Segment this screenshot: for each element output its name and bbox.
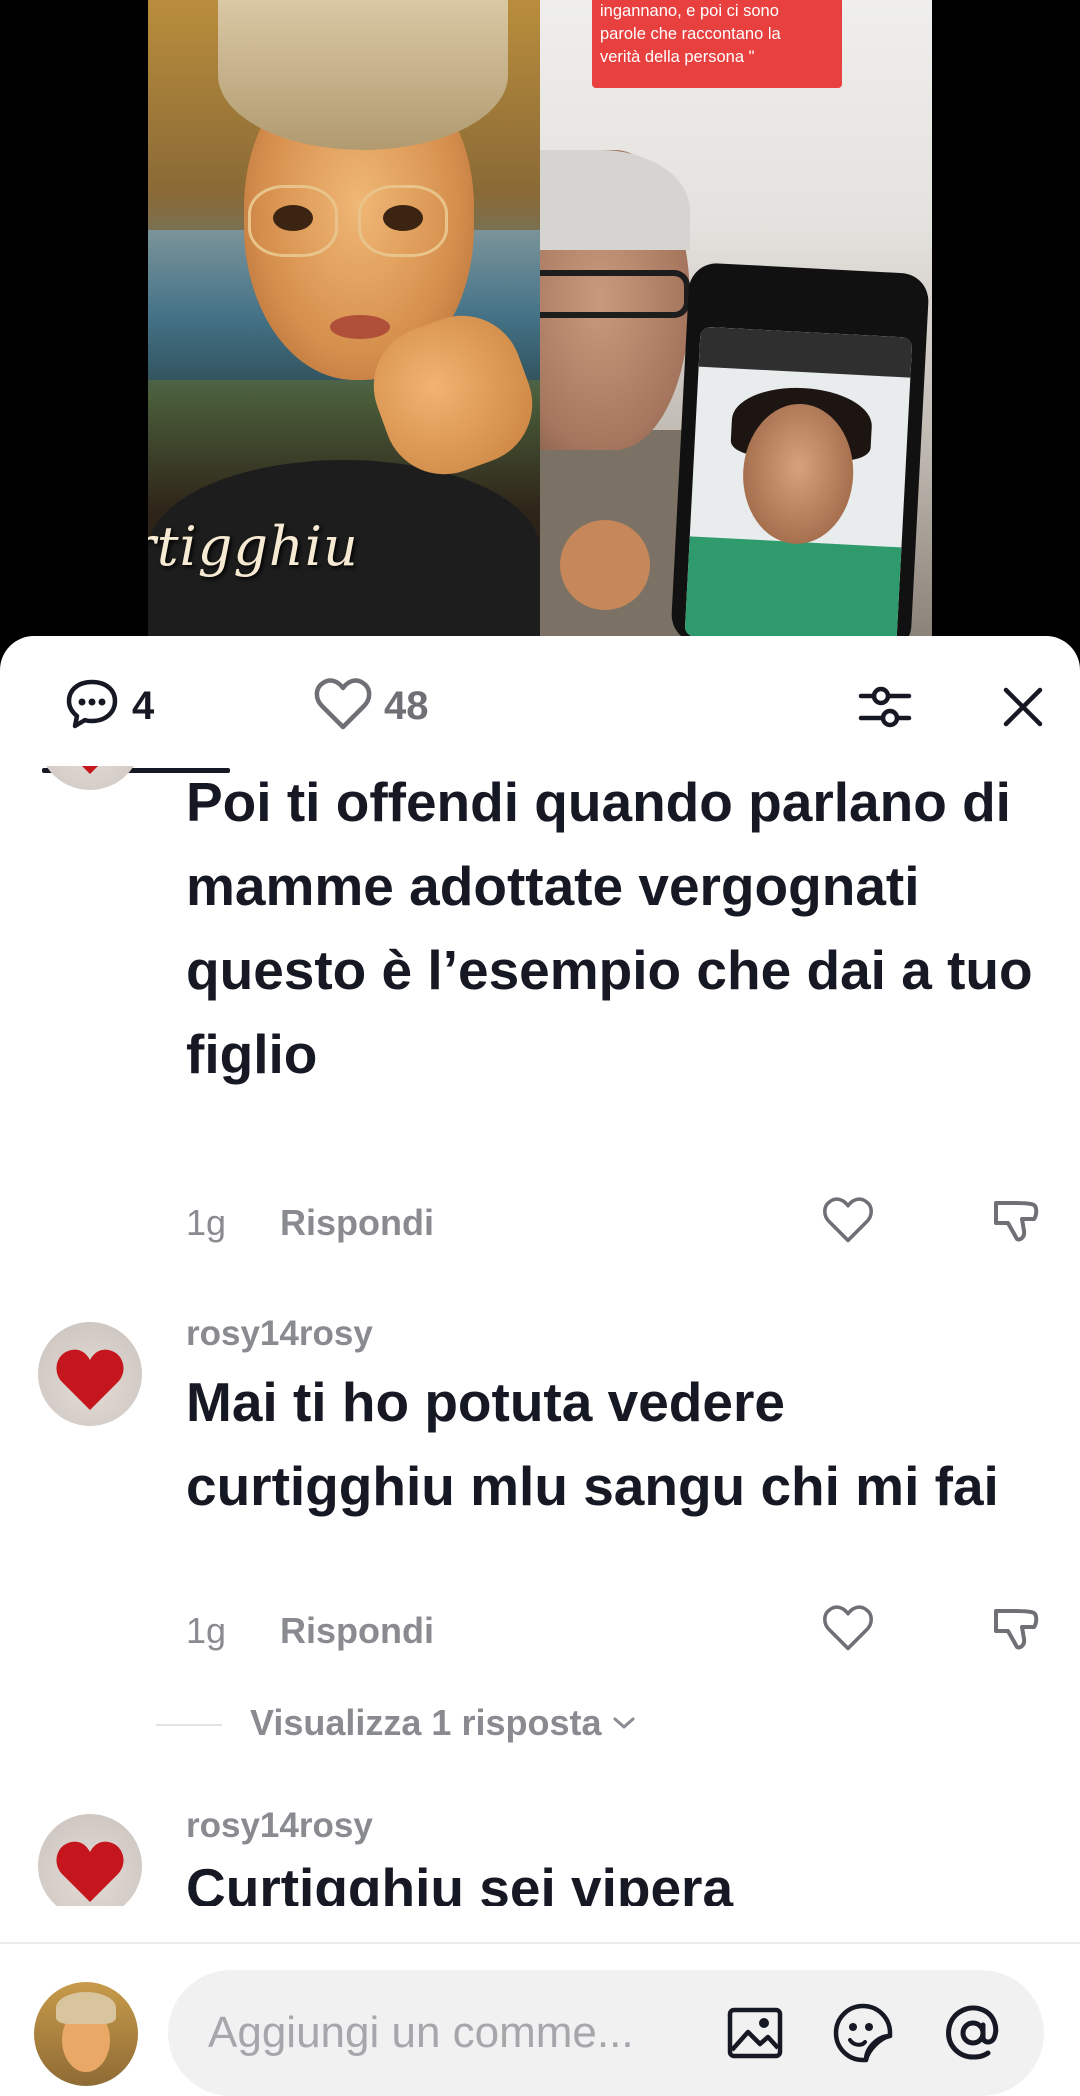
comment-count-button[interactable]: 4 — [64, 676, 154, 736]
comment-text: Mai ti ho potuta vedere curtigghiu mlu s… — [186, 1371, 999, 1517]
heart-avatar-icon — [56, 1349, 124, 1410]
reply-button[interactable]: Rispondi — [280, 1202, 434, 1244]
like-count: 48 — [384, 683, 429, 728]
mention-icon[interactable] — [940, 2000, 1006, 2066]
video-caption-text: rtigghiu — [148, 515, 359, 578]
avatar[interactable] — [38, 1322, 142, 1426]
video-player[interactable]: rtigghiu ingannano, e poi ci sono parole… — [0, 0, 1080, 640]
chevron-down-icon — [613, 1717, 634, 1729]
view-replies-label: Visualizza 1 risposta — [250, 1702, 602, 1743]
comment-count: 4 — [132, 683, 155, 728]
replies-divider — [156, 1724, 222, 1726]
comment-time: 1g — [186, 1202, 227, 1243]
comment-input[interactable]: Aggiungi un comme... — [168, 1970, 1044, 2096]
comment-input-placeholder: Aggiungi un comme... — [208, 2008, 634, 2057]
avatar[interactable] — [38, 766, 142, 790]
heart-icon[interactable] — [818, 1190, 878, 1250]
reply-button[interactable]: Rispondi — [280, 1610, 434, 1652]
avatar[interactable] — [38, 1814, 142, 1906]
comment-username[interactable]: rosy14rosy — [186, 1314, 373, 1354]
comment-list[interactable]: Poi ti offendi quando parlano di mamme a… — [0, 766, 1080, 1906]
video-right-panel: ingannano, e poi ci sono parole che racc… — [540, 0, 932, 640]
close-icon[interactable] — [990, 674, 1056, 740]
filter-icon[interactable] — [852, 674, 918, 740]
comment-icon — [64, 676, 120, 737]
sticker-icon[interactable] — [830, 2000, 896, 2066]
video-text-sticker: ingannano, e poi ci sono parole che racc… — [592, 0, 842, 88]
comment-username[interactable]: rosy14rosy — [186, 1806, 373, 1846]
comment-composer: Aggiungi un comme... — [0, 1942, 1080, 2096]
video-left-panel: rtigghiu — [148, 0, 540, 640]
phone-in-video — [670, 261, 930, 640]
view-replies-button[interactable]: Visualizza 1 risposta — [250, 1702, 636, 1744]
comment-time: 1g — [186, 1610, 227, 1651]
image-icon[interactable] — [722, 2000, 788, 2066]
comment-text: Poi ti offendi quando parlano di mamme a… — [186, 771, 1033, 1085]
heart-icon — [314, 677, 372, 736]
dislike-icon[interactable] — [985, 1190, 1045, 1250]
heart-avatar-icon — [56, 1841, 124, 1902]
heart-icon[interactable] — [818, 1598, 878, 1658]
like-count-button[interactable]: 48 — [314, 676, 429, 736]
user-avatar[interactable] — [34, 1982, 138, 2086]
dislike-icon[interactable] — [985, 1598, 1045, 1658]
comments-sheet: 4 48 Poi ti offendi quando parlano di ma… — [0, 636, 1080, 2096]
heart-avatar-icon — [82, 766, 98, 774]
comments-header: 4 48 — [0, 636, 1080, 766]
comment-text: Curtigghiu sei vipera — [186, 1857, 734, 1906]
